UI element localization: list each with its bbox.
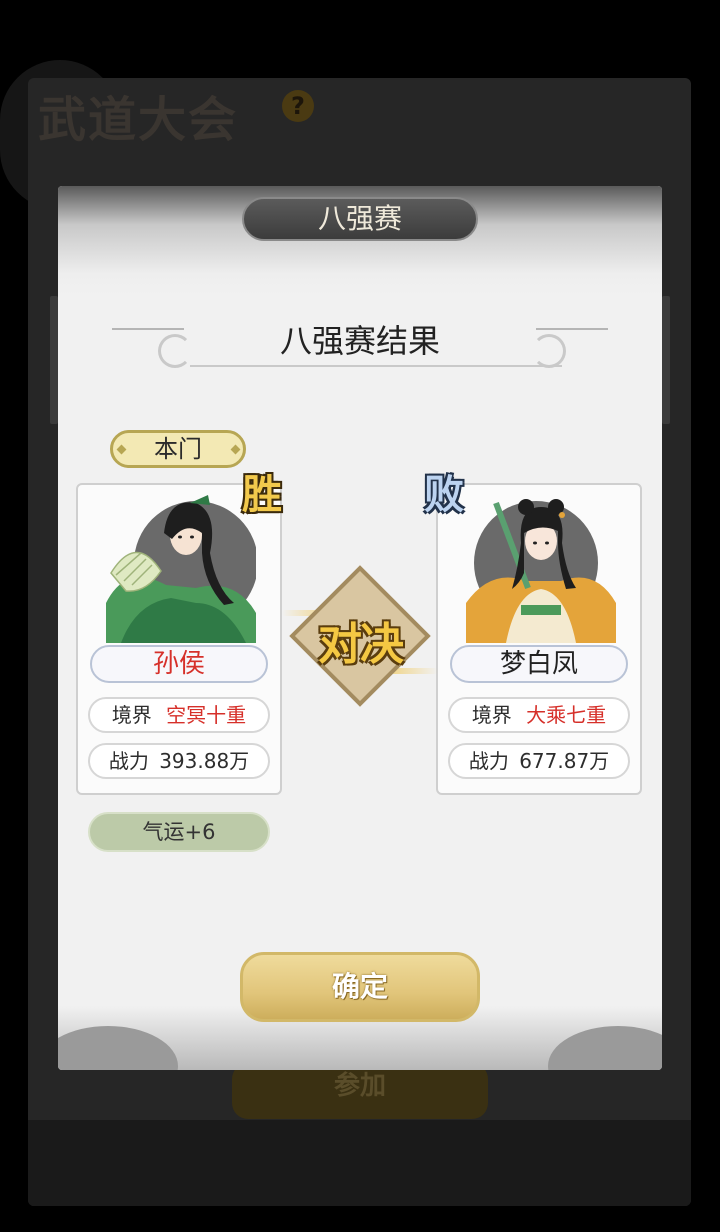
- scroll-divider: [112, 328, 184, 330]
- loser-name: 梦白凤: [499, 649, 578, 679]
- realm-value: 空冥十重: [166, 703, 247, 727]
- background-panel-edge: [662, 296, 670, 424]
- winner-power: 战力 393.88万: [88, 743, 270, 779]
- power-label: 战力: [468, 749, 509, 773]
- victory-badge: 胜: [242, 471, 282, 518]
- realm-value: 大乘七重: [526, 703, 607, 727]
- orange-robed-maiden-portrait: [466, 499, 616, 643]
- own-sect-label: 本门: [154, 435, 202, 463]
- loser-power: 战力 677.87万: [448, 743, 630, 779]
- event-title: 武道大会: [38, 92, 239, 148]
- power-value: 393.88万: [159, 749, 250, 773]
- scroll-divider: [190, 365, 562, 367]
- background-panel-edge: [50, 296, 58, 424]
- result-heading: 八强赛结果: [279, 322, 440, 360]
- scroll-divider: [536, 328, 608, 330]
- confirm-button[interactable]: [240, 952, 480, 1022]
- reward-label: 气运+6: [142, 820, 216, 844]
- help-icon[interactable]: ?: [282, 90, 314, 122]
- dialog-title: 八强赛: [317, 202, 402, 235]
- scroll-curl-icon: [158, 334, 192, 368]
- versus-label: 对决: [318, 619, 404, 670]
- loser-realm: 境界 大乘七重: [448, 697, 630, 733]
- power-value: 677.87万: [519, 749, 610, 773]
- defeat-badge: 败: [424, 471, 464, 518]
- realm-label: 境界: [471, 703, 512, 727]
- green-robed-swordsman-portrait: [106, 495, 256, 643]
- winner-name: 孙侯: [152, 649, 205, 679]
- realm-label: 境界: [111, 703, 152, 727]
- winner-realm: 境界 空冥十重: [88, 697, 270, 733]
- scroll-curl-icon: [532, 334, 566, 368]
- background-cloud-footer: [28, 1120, 691, 1206]
- power-label: 战力: [108, 749, 149, 773]
